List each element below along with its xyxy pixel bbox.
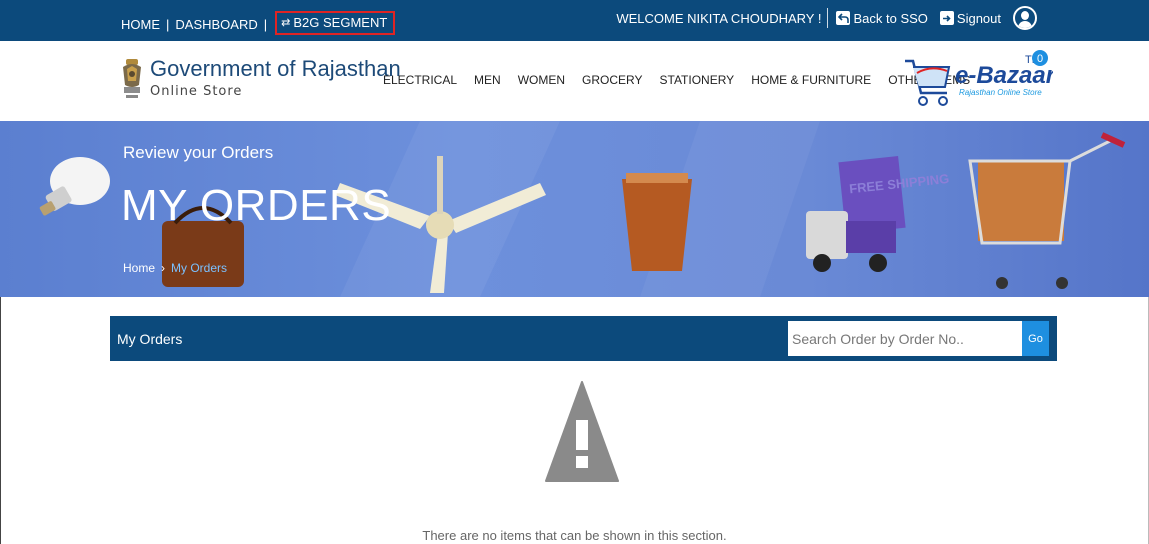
free-shipping-truck-icon: FREE SHIPPING <box>806 156 950 272</box>
breadcrumb: Home › My Orders <box>123 261 227 275</box>
welcome-text: WELCOME NIKITA CHOUDHARY ! <box>616 10 822 26</box>
top-nav: HOME | DASHBOARD | ⇄ B2G SEGMENT <box>121 11 396 36</box>
empty-state-message: There are no items that can be shown in … <box>422 528 727 543</box>
jute-bag-icon <box>622 173 692 271</box>
cart-icon <box>905 59 951 106</box>
bulb-icon <box>39 157 110 216</box>
page-banner: FREE SHIPPING Review your Orders MY ORDE… <box>0 121 1149 297</box>
signout-label: Signout <box>956 10 1001 26</box>
b2g-segment-link[interactable]: ⇄ B2G SEGMENT <box>275 11 396 35</box>
ebazaar-tagline: Rajasthan Online Store <box>959 88 1042 97</box>
dashboard-link[interactable]: DASHBOARD <box>175 17 257 32</box>
signout-icon <box>939 11 954 25</box>
home-link[interactable]: HOME <box>121 17 160 32</box>
main-nav: ELECTRICAL MEN WOMEN GROCERY STATIONERY … <box>383 73 970 87</box>
ebazaar-name: e-Bazaar <box>955 62 1053 89</box>
signout-button[interactable]: Signout <box>939 10 1001 26</box>
nav-men[interactable]: MEN <box>474 73 501 87</box>
back-to-sso-label: Back to SSO <box>853 10 928 26</box>
back-icon <box>836 11 851 25</box>
top-bar: HOME | DASHBOARD | ⇄ B2G SEGMENT WELCOME… <box>0 0 1149 41</box>
warning-icon <box>545 381 619 482</box>
site-header: Government of Rajasthan Online Store ELE… <box>0 41 1149 121</box>
divider <box>827 8 829 28</box>
user-avatar-icon[interactable] <box>1013 6 1037 30</box>
shopping-cart-icon <box>968 132 1126 289</box>
nav-women[interactable]: WOMEN <box>518 73 565 87</box>
user-area: WELCOME NIKITA CHOUDHARY ! Back to SSO S… <box>616 6 1037 30</box>
ebazaar-logo[interactable]: e-Bazaar TM Rajasthan Online Store 0 <box>903 49 1053 113</box>
switch-arrows-icon: ⇄ <box>281 17 291 29</box>
brand[interactable]: Government of Rajasthan Online Store <box>150 56 401 100</box>
orders-heading: My Orders <box>117 331 183 347</box>
state-emblem-icon <box>123 59 141 98</box>
separator: | <box>263 16 268 32</box>
nav-electrical[interactable]: ELECTRICAL <box>383 73 457 87</box>
breadcrumb-current: My Orders <box>171 261 228 275</box>
frame-edge <box>0 297 1 544</box>
brand-title: Government of Rajasthan <box>150 56 401 81</box>
breadcrumb-home[interactable]: Home <box>123 261 155 275</box>
separator: | <box>166 16 170 32</box>
nav-grocery[interactable]: GROCERY <box>582 73 642 87</box>
page-title: MY ORDERS <box>121 181 392 230</box>
nav-stationery[interactable]: STATIONERY <box>660 73 735 87</box>
order-search-input[interactable] <box>788 321 1022 356</box>
back-to-sso-button[interactable]: Back to SSO <box>836 10 928 26</box>
orders-toolbar: My Orders Go <box>110 316 1057 361</box>
nav-home-furniture[interactable]: HOME & FURNITURE <box>751 73 871 87</box>
banner-subtitle: Review your Orders <box>123 143 274 162</box>
chevron-right-icon: › <box>161 261 166 275</box>
cart-count: 0 <box>1037 53 1043 65</box>
brand-subtitle: Online Store <box>150 84 243 99</box>
b2g-segment-label: B2G SEGMENT <box>293 15 388 30</box>
go-button[interactable]: Go <box>1022 321 1049 356</box>
